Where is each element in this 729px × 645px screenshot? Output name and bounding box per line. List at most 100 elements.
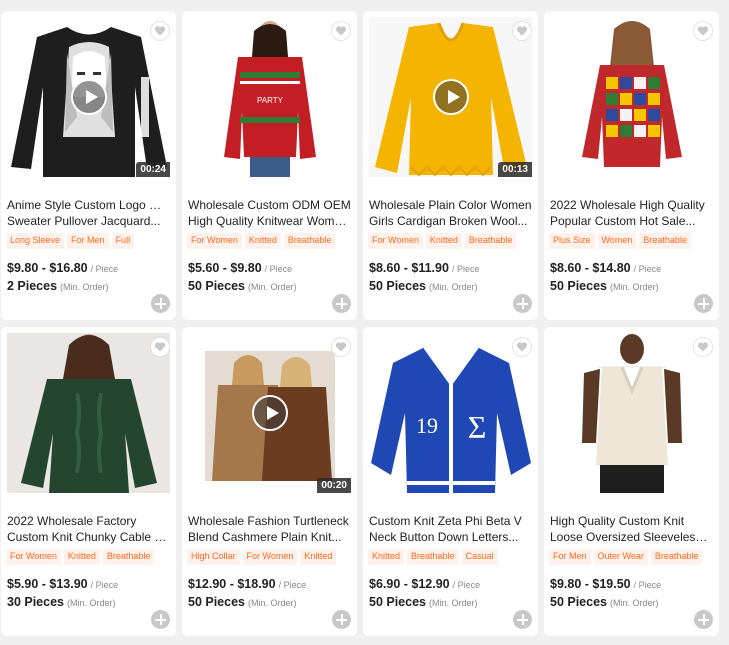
svg-text:19: 19 <box>416 413 438 438</box>
product-tags: For Women Knitted Breathable <box>368 233 517 249</box>
product-tag: Knitted <box>368 549 405 565</box>
product-tags: For Men Outer Wear Breathable <box>549 549 703 565</box>
product-title[interactable]: 2022 Wholesale High Quality Popular Cust… <box>550 197 713 229</box>
play-icon[interactable] <box>432 79 469 115</box>
product-title[interactable]: Wholesale Custom ODM OEM High Quality Kn… <box>188 197 351 229</box>
product-tag: For Men <box>549 549 591 565</box>
product-card[interactable]: 00:24 Anime Style Custom Logo Men Sweate… <box>1 11 176 320</box>
favorite-heart-icon[interactable] <box>331 21 351 41</box>
product-card[interactable]: 2022 Wholesale Factory Custom Knit Chunk… <box>1 327 176 636</box>
favorite-heart-icon[interactable] <box>331 337 351 357</box>
min-order: 30 Pieces (Min. Order) <box>7 595 116 609</box>
product-card[interactable]: High Quality Custom Knit Loose Oversized… <box>544 327 719 636</box>
product-tag: For Women <box>187 233 242 249</box>
min-order: 50 Pieces (Min. Order) <box>369 279 478 293</box>
product-card[interactable]: 00:20 Wholesale Fashion Turtleneck Blend… <box>182 327 357 636</box>
product-title[interactable]: Wholesale Fashion Turtleneck Blend Cashm… <box>188 513 351 545</box>
product-tag: Breathable <box>639 233 691 249</box>
min-order: 50 Pieces (Min. Order) <box>550 595 659 609</box>
product-tag: High Collar <box>187 549 240 565</box>
sweater-vest-photo <box>550 333 713 493</box>
product-price: $6.90 - $12.90/ Piece <box>369 577 481 591</box>
product-tag: Breathable <box>283 233 336 249</box>
patchwork-sweater-photo <box>550 17 713 177</box>
min-order: 2 Pieces (Min. Order) <box>7 279 109 293</box>
product-tag: Full <box>111 233 135 249</box>
add-icon[interactable] <box>513 610 532 629</box>
product-tags: High Collar For Women Knitted <box>187 549 337 565</box>
product-price: $5.90 - $13.90/ Piece <box>7 577 119 591</box>
product-grid: 00:24 Anime Style Custom Logo Men Sweate… <box>0 0 729 645</box>
add-icon[interactable] <box>513 294 532 313</box>
product-tags: Long Sleeve For Men Full <box>6 233 135 249</box>
play-icon[interactable] <box>251 395 288 431</box>
min-order: 50 Pieces (Min. Order) <box>188 279 297 293</box>
product-tag: Knitted <box>425 233 462 249</box>
product-tags: Knitted Breathable Casual <box>368 549 498 565</box>
product-card[interactable]: PARTY Wholesale Custom ODM OEM High Qual… <box>182 11 357 320</box>
product-image[interactable]: PARTY <box>188 17 351 177</box>
product-title[interactable]: High Quality Custom Knit Loose Oversized… <box>550 513 713 545</box>
product-tag: Knitted <box>244 233 281 249</box>
product-image[interactable]: 00:20 <box>188 333 351 493</box>
blue-cardigan-photo: 19 Σ <box>369 333 532 493</box>
favorite-heart-icon[interactable] <box>150 21 170 41</box>
product-tag: Knitted <box>300 549 337 565</box>
favorite-heart-icon[interactable] <box>150 337 170 357</box>
product-image[interactable] <box>7 333 170 493</box>
favorite-heart-icon[interactable] <box>512 21 532 41</box>
product-price: $5.60 - $9.80/ Piece <box>188 261 293 275</box>
product-tag: For Men <box>67 233 109 249</box>
min-order: 50 Pieces (Min. Order) <box>550 279 659 293</box>
product-price: $8.60 - $11.90/ Piece <box>369 261 480 275</box>
product-tag: For Women <box>368 233 423 249</box>
product-tag: Knitted <box>63 549 100 565</box>
svg-text:Σ: Σ <box>468 409 487 445</box>
product-tags: For Women Knitted Breathable <box>187 233 336 249</box>
product-image[interactable] <box>550 17 713 177</box>
product-tag: Plus Size <box>549 233 595 249</box>
product-price: $9.80 - $19.50/ Piece <box>550 577 662 591</box>
product-tag: For Women <box>6 549 61 565</box>
green-cable-knit-photo <box>7 333 170 493</box>
add-icon[interactable] <box>332 610 351 629</box>
add-icon[interactable] <box>151 294 170 313</box>
product-tag: Breathable <box>102 549 155 565</box>
product-image[interactable]: 00:24 <box>7 17 170 177</box>
add-icon[interactable] <box>332 294 351 313</box>
product-image[interactable]: 00:13 <box>369 17 532 177</box>
product-tag: Breathable <box>650 549 703 565</box>
add-icon[interactable] <box>694 610 713 629</box>
product-tag: Women <box>597 233 637 249</box>
product-tag: Casual <box>461 549 498 565</box>
product-image[interactable] <box>550 333 713 493</box>
product-card[interactable]: 2022 Wholesale High Quality Popular Cust… <box>544 11 719 320</box>
product-price: $12.90 - $18.90/ Piece <box>188 577 307 591</box>
product-image[interactable]: 19 Σ <box>369 333 532 493</box>
product-title[interactable]: Anime Style Custom Logo Men Sweater Pull… <box>7 197 170 229</box>
favorite-heart-icon[interactable] <box>693 21 713 41</box>
min-order: 50 Pieces (Min. Order) <box>188 595 297 609</box>
product-price: $8.60 - $14.80/ Piece <box>550 261 662 275</box>
product-tag: For Women <box>242 549 298 565</box>
product-title[interactable]: Wholesale Plain Color Women Girls Cardig… <box>369 197 532 229</box>
favorite-heart-icon[interactable] <box>512 337 532 357</box>
product-tags: For Women Knitted Breathable <box>6 549 155 565</box>
video-duration: 00:24 <box>136 162 170 177</box>
add-icon[interactable] <box>694 294 713 313</box>
product-price: $9.80 - $16.80/ Piece <box>7 261 119 275</box>
product-card[interactable]: 19 Σ Custom Knit Zeta Phi Beta V Neck Bu… <box>363 327 538 636</box>
play-icon[interactable] <box>70 79 107 115</box>
product-tag: Breathable <box>464 233 517 249</box>
min-order: 50 Pieces (Min. Order) <box>369 595 478 609</box>
product-title[interactable]: Custom Knit Zeta Phi Beta V Neck Button … <box>369 513 532 545</box>
video-duration: 00:20 <box>317 478 351 493</box>
product-tag: Outer Wear <box>593 549 648 565</box>
favorite-heart-icon[interactable] <box>693 337 713 357</box>
add-icon[interactable] <box>151 610 170 629</box>
product-card[interactable]: 00:13 Wholesale Plain Color Women Girls … <box>363 11 538 320</box>
svg-text:PARTY: PARTY <box>257 96 284 105</box>
product-tags: Plus Size Women Breathable <box>549 233 691 249</box>
video-duration: 00:13 <box>498 162 532 177</box>
product-title[interactable]: 2022 Wholesale Factory Custom Knit Chunk… <box>7 513 170 545</box>
